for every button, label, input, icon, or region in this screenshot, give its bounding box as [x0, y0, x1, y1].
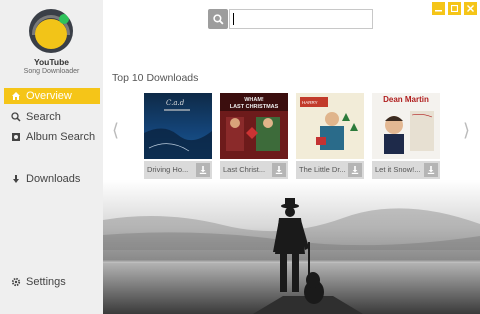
search-field[interactable] — [229, 9, 373, 30]
sidebar-item-label: Search — [26, 111, 61, 123]
carousel-prev-arrow[interactable]: ⟨ — [112, 120, 119, 141]
sidebar-item-label: Downloads — [26, 173, 81, 185]
sidebar-item-settings[interactable]: Settings — [4, 274, 100, 290]
album-card[interactable]: WHAM! LAST CHRISTMAS Last Christ... — [220, 93, 288, 179]
search-icon — [10, 111, 22, 123]
album-title: Last Christ... — [223, 165, 266, 174]
album-card[interactable]: Dean Martin Let it Snow!... — [372, 93, 440, 179]
download-icon — [275, 166, 283, 174]
main-panel: Top 10 Downloads ⟨ ⟩ C.a.d Driving Ho...… — [103, 0, 480, 314]
close-icon — [467, 5, 474, 12]
download-button[interactable] — [424, 163, 438, 177]
download-icon — [199, 166, 207, 174]
download-button[interactable] — [348, 163, 362, 177]
album-card[interactable]: C.a.d Driving Ho... — [144, 93, 212, 179]
sidebar-item-label: Settings — [26, 276, 66, 288]
album-card[interactable]: HARRY The Little Dr... — [296, 93, 364, 179]
minimize-icon — [435, 10, 442, 12]
search-input[interactable] — [233, 11, 367, 30]
sidebar-item-search[interactable]: Search — [4, 109, 100, 125]
album-title: Driving Ho... — [147, 165, 189, 174]
minimize-button[interactable] — [432, 2, 445, 15]
download-icon — [427, 166, 435, 174]
hero-image — [103, 180, 480, 314]
album-title: The Little Dr... — [299, 165, 346, 174]
app-subtitle: Song Downloader — [23, 68, 80, 75]
album-cover: HARRY — [296, 93, 364, 159]
music-note-icon — [59, 14, 69, 24]
album-title: Let it Snow!... — [375, 165, 421, 174]
hero-banner — [103, 180, 480, 314]
carousel-next-arrow[interactable]: ⟩ — [463, 120, 470, 141]
sidebar-item-label: Album Search — [26, 131, 96, 143]
download-button[interactable] — [272, 163, 286, 177]
maximize-icon — [451, 5, 458, 12]
gear-icon — [10, 276, 22, 288]
album-cover: C.a.d — [144, 93, 212, 159]
search-button[interactable] — [208, 9, 228, 29]
album-icon — [10, 131, 22, 143]
svg-text:LAST CHRISTMAS: LAST CHRISTMAS — [230, 104, 279, 110]
section-title: Top 10 Downloads — [112, 72, 199, 84]
close-button[interactable] — [464, 2, 477, 15]
app-logo — [29, 9, 73, 53]
sidebar-item-downloads[interactable]: Downloads — [4, 171, 100, 187]
sidebar-item-album-search[interactable]: Album Search — [4, 129, 100, 145]
svg-text:HARRY: HARRY — [302, 100, 318, 105]
cover-text: Dean Martin — [383, 95, 429, 104]
sidebar-item-label: Overview — [26, 90, 72, 102]
download-button[interactable] — [196, 163, 210, 177]
album-cover: Dean Martin — [372, 93, 440, 159]
app-name: YouTube — [33, 57, 70, 67]
search-icon — [212, 13, 224, 25]
download-arrow-icon — [10, 173, 22, 185]
svg-text:C.a.d: C.a.d — [166, 99, 185, 107]
sidebar: YouTube Song Downloader Overview Search … — [0, 0, 103, 314]
svg-text:WHAM!: WHAM! — [244, 97, 264, 103]
maximize-button[interactable] — [448, 2, 461, 15]
sidebar-item-overview[interactable]: Overview — [4, 88, 100, 104]
album-cover: WHAM! LAST CHRISTMAS — [220, 93, 288, 159]
download-icon — [351, 166, 359, 174]
home-icon — [10, 90, 22, 102]
